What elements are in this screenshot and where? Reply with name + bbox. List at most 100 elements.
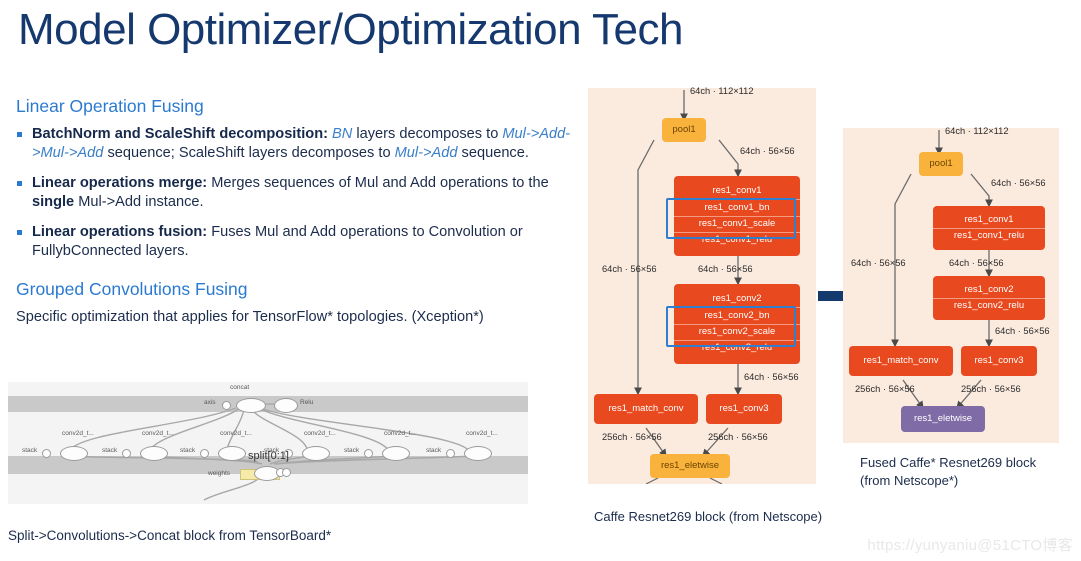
bullet-text-fragment: Linear operations fusion: <box>32 223 208 240</box>
tensorboard-label-conv: conv2d_t... <box>304 430 336 437</box>
tensorboard-dot-split-b <box>282 468 291 477</box>
tensorboard-label-conv: conv2d_t... <box>62 430 94 437</box>
tensorboard-label-stack: stack <box>102 447 118 454</box>
tensorboard-label-weights: weights <box>208 470 231 477</box>
node-label: res1_eletwise <box>660 459 720 471</box>
node-res1-conv3: res1_conv3 <box>706 394 782 424</box>
node-res1-conv3: res1_conv3 <box>961 346 1037 376</box>
node-row: res1_conv2 <box>964 283 1014 295</box>
tensorboard-canvas: concat axis Relu conv2d_t...stack conv2d_… <box>8 382 528 504</box>
node-res1-eletwise: res1_eletwise <box>901 406 985 432</box>
dim-top: 64ch · 112×112 <box>945 126 1009 136</box>
tensorboard-dot-stack <box>42 449 51 458</box>
list-item: Linear operations merge: Merges sequence… <box>16 174 582 212</box>
tensorboard-caption: Split->Convolutions->Concat block from T… <box>8 528 332 543</box>
tensorboard-label-stack: stack <box>344 447 360 454</box>
tensorboard-label-conv: conv2d_t... <box>142 430 174 437</box>
node-label: res1_conv3 <box>719 402 769 414</box>
tensorboard-graph-image: concat axis Relu conv2d_t...stack conv2d_… <box>8 382 528 504</box>
dim-match-out: 256ch · 56×56 <box>855 384 915 394</box>
tensorboard-node-relu <box>274 398 298 413</box>
node-label: res1_eletwise <box>913 412 973 424</box>
slide-root: Model Optimizer/Optimization Tech Linear… <box>0 0 1081 561</box>
node-label: pool1 <box>672 123 696 135</box>
tensorboard-dot-stack <box>364 449 373 458</box>
node-res1-eletwise: res1_eletwise <box>650 454 730 478</box>
bullet-text-fragment: sequence. <box>457 144 529 161</box>
bullet-text-fragment: BN <box>332 126 353 142</box>
tensorboard-label-relu: Relu <box>300 399 314 406</box>
tensorboard-label-concat: concat <box>230 384 250 391</box>
dim-top: 64ch · 112×112 <box>690 86 754 96</box>
node-row: res1_conv1 <box>964 213 1014 225</box>
bullet-list-linear-operation-fusing: BatchNorm and ScaleShift decomposition: … <box>16 125 582 261</box>
section-heading-grouped-convolutions-fusing: Grouped Convolutions Fusing <box>16 278 248 299</box>
dim-conv3-out: 256ch · 56×56 <box>708 432 768 442</box>
bullet-text-fragment: single <box>32 193 75 210</box>
dim-conv2-out: 64ch · 56×56 <box>744 372 799 382</box>
caption-fused-caffe-resnet269-block: Fused Caffe* Resnet269 block (from Netsc… <box>860 455 1037 488</box>
left-text-column: Linear Operation Fusing BatchNorm and Sc… <box>16 96 582 327</box>
tensorboard-node-conv <box>140 446 168 461</box>
tensorboard-dot-stack <box>200 449 209 458</box>
tensorboard-label-conv: conv2d_t... <box>466 430 498 437</box>
tensorboard-label-stack: stack <box>22 447 38 454</box>
dim-conv3-out: 256ch · 56×56 <box>961 384 1021 394</box>
node-row: res1_conv2 <box>712 293 762 305</box>
node-row: res1_conv2_relu <box>933 297 1045 314</box>
node-res1-match-conv: res1_match_conv <box>849 346 953 376</box>
tensorboard-node-conv <box>60 446 88 461</box>
bullet-text-fragment: Linear operations merge: <box>32 174 208 191</box>
fused-caffe-resnet269-block-panel: 64ch · 112×112 pool1 64ch · 56×56 res1_c… <box>843 126 1059 443</box>
section-heading-linear-operation-fusing: Linear Operation Fusing <box>16 96 204 116</box>
bullet-text-fragment: Mul->Add instance. <box>74 193 204 210</box>
node-pool1: pool1 <box>662 118 706 142</box>
tensorboard-label-stack: stack <box>180 447 196 454</box>
highlight-box-conv2-bn-scale <box>666 306 796 347</box>
tensorboard-edges <box>67 400 473 501</box>
dim-pool-out: 64ch · 56×56 <box>991 178 1046 188</box>
highlight-box-conv1-bn-scale <box>666 198 796 239</box>
node-res1-match-conv: res1_match_conv <box>594 394 698 424</box>
node-label: pool1 <box>929 157 953 169</box>
node-res1-conv1: res1_conv1 res1_conv1_relu <box>933 206 1045 250</box>
dim-conv1-out: 64ch · 56×56 <box>698 264 753 274</box>
watermark: https://yunyaniu@51CTO博客 <box>867 537 1073 554</box>
node-row: res1_conv1_relu <box>933 227 1045 244</box>
caption-caffe-resnet269-block: Caffe Resnet269 block (from Netscope) <box>594 509 823 524</box>
list-item: Linear operations fusion: Fuses Mul and … <box>16 223 582 261</box>
bullet-text-fragment: Merges sequences of Mul and Add operatio… <box>207 174 549 191</box>
tensorboard-dot-axis <box>222 401 231 410</box>
node-label: res1_match_conv <box>863 354 939 366</box>
tensorboard-label-conv: conv2d_t... <box>384 430 416 437</box>
page-title: Model Optimizer/Optimization Tech <box>18 5 683 54</box>
node-label: res1_match_conv <box>608 402 684 414</box>
tensorboard-label-stack: stack <box>426 447 442 454</box>
tensorboard-label-conv: conv2d_t... <box>220 430 252 437</box>
bullet-text-fragment: sequence; ScaleShift layers decomposes t… <box>103 144 395 161</box>
tensorboard-label-split: split[0:1] <box>248 450 289 462</box>
list-item: BatchNorm and ScaleShift decomposition: … <box>16 125 582 163</box>
bullet-text-fragment: Mul->Add <box>394 144 458 161</box>
bullet-text-fragment: BatchNorm and ScaleShift decomposition: <box>32 126 328 142</box>
node-res1-conv2: res1_conv2 res1_conv2_relu <box>933 276 1045 320</box>
dim-skip1: 64ch · 56×56 <box>851 258 906 268</box>
tensorboard-dot-stack <box>122 449 131 458</box>
tensorboard-node-conv <box>302 446 330 461</box>
dim-conv1-out: 64ch · 56×56 <box>949 258 1004 268</box>
tensorboard-node-conv <box>382 446 410 461</box>
node-label: res1_conv3 <box>974 354 1024 366</box>
dim-match-out: 256ch · 56×56 <box>602 432 662 442</box>
tensorboard-node-concat <box>236 398 266 413</box>
tensorboard-node-conv <box>464 446 492 461</box>
tensorboard-dot-stack <box>446 449 455 458</box>
dim-conv2-out: 64ch · 56×56 <box>995 326 1050 336</box>
dim-skip1: 64ch · 56×56 <box>602 264 657 274</box>
bullet-text-fragment: layers decomposes to <box>352 126 503 142</box>
dim-pool-out: 64ch · 56×56 <box>740 146 795 156</box>
grouped-convolutions-body: Specific optimization that applies for T… <box>16 308 484 325</box>
node-pool1: pool1 <box>919 152 963 176</box>
tensorboard-node-conv <box>218 446 246 461</box>
tensorboard-label-axis: axis <box>204 399 216 406</box>
caffe-resnet269-block-panel: 64ch · 112×112 pool1 64ch · 56×56 res1_c… <box>588 86 816 484</box>
